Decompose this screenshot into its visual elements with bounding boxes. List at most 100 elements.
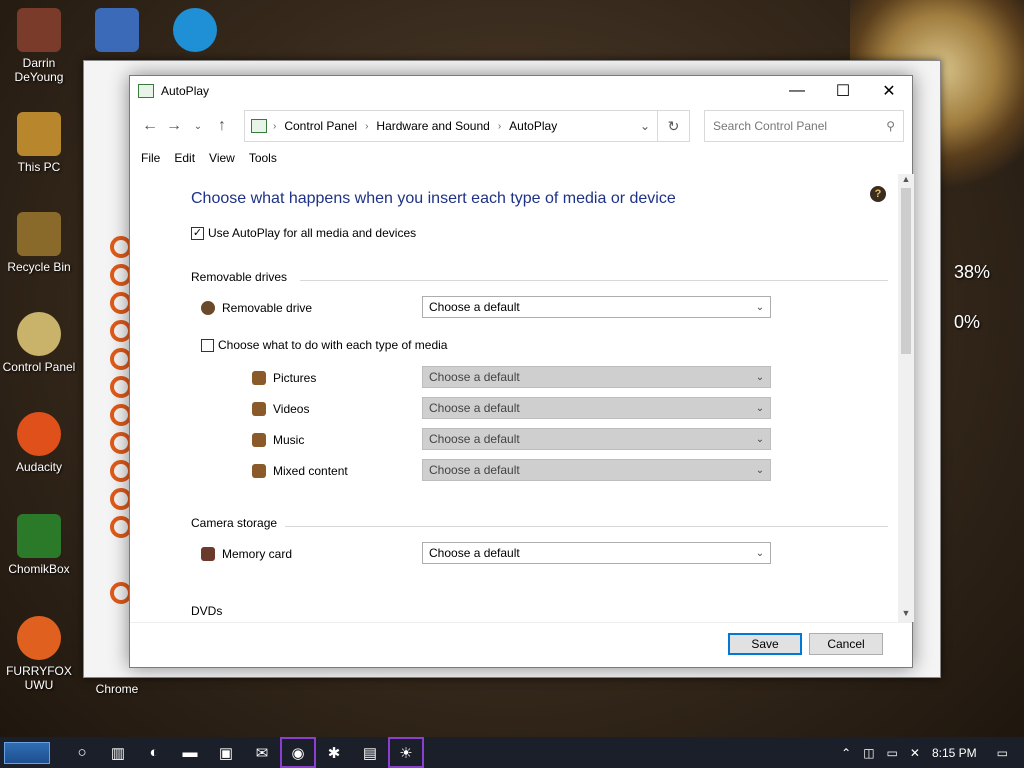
music-select[interactable]: Choose a default ⌄ <box>422 428 771 450</box>
chevron-down-icon: ⌄ <box>755 371 765 383</box>
title-bar[interactable]: AutoPlay — ☐ ✕ <box>130 76 912 106</box>
taskbar: ○ ▥ ◐ ▬ ▣ ✉ ◉ ✱ ▤ ☀ ⌃ ◫ ▭ ✕ 8:15 PM ▭ <box>0 737 1024 768</box>
section-removable-drives: Removable drives <box>191 270 288 284</box>
autoplay-settings-panel: Choose what happens when you insert each… <box>130 174 898 622</box>
desktop-icon-firefox[interactable]: FURRYFOX UWU <box>0 616 78 692</box>
chevron-down-icon: ⌄ <box>755 301 765 313</box>
firefox-icon <box>17 616 61 660</box>
system-tray: ⌃ ◫ ▭ ✕ 8:15 PM ▭ <box>835 746 1024 760</box>
breadcrumb-control-panel[interactable]: Control Panel <box>284 119 357 133</box>
search-box[interactable]: Search Control Panel ⚲ <box>704 110 904 142</box>
desktop-icon-chrome[interactable]: Chrome <box>78 682 156 696</box>
media-type-videos: Videos <box>252 402 309 416</box>
empty-checkbox-icon <box>201 338 214 352</box>
recent-locations-chevron-icon[interactable]: ⌄ <box>186 121 210 132</box>
maximize-button[interactable]: ☐ <box>820 76 866 106</box>
chomikbox-icon <box>17 514 61 558</box>
media-type-pictures: Pictures <box>252 371 316 385</box>
media-type-music: Music <box>252 433 304 447</box>
file-explorer-icon[interactable]: ▬ <box>172 737 208 768</box>
notepad-taskbar-icon[interactable]: ▤ <box>352 737 388 768</box>
breadcrumb-separator-icon: › <box>273 120 277 132</box>
breadcrumb-separator-icon: › <box>365 120 369 132</box>
clock-time[interactable]: 8:15 PM <box>932 746 977 760</box>
mixed-content-select[interactable]: Choose a default ⌄ <box>422 459 771 481</box>
up-arrow-icon[interactable]: ↑ <box>210 117 234 135</box>
checkmark-icon: ✓ <box>191 226 204 240</box>
desktop-icon-edge[interactable] <box>156 8 234 56</box>
store-icon[interactable]: ▣ <box>208 737 244 768</box>
breadcrumb-autoplay[interactable]: AutoPlay <box>509 119 557 133</box>
control-panel-icon <box>17 312 61 356</box>
desktop-icon-this-pc[interactable]: This PC <box>0 112 78 174</box>
autoplay-window[interactable]: AutoPlay — ☐ ✕ ← → ⌄ ↑ › Control Panel ›… <box>129 75 914 668</box>
control-panel-taskbar-icon[interactable]: ☀ <box>388 737 424 768</box>
videos-icon <box>252 402 266 416</box>
use-autoplay-checkbox[interactable]: ✓ Use AutoPlay for all media and devices <box>191 226 416 240</box>
desktop-icon-control-panel[interactable]: Control Panel <box>0 312 78 374</box>
edge-taskbar-icon[interactable]: ◐ <box>136 737 172 768</box>
memory-card-select[interactable]: Choose a default ⌄ <box>422 542 771 564</box>
removable-drive-select[interactable]: Choose a default ⌄ <box>422 296 771 318</box>
search-input[interactable]: Search Control Panel <box>713 119 886 133</box>
chrome-taskbar-icon[interactable]: ◉ <box>280 737 316 768</box>
tray-app-icon[interactable]: ◫ <box>863 746 874 760</box>
close-button[interactable]: ✕ <box>866 76 912 106</box>
save-button[interactable]: Save <box>728 633 802 655</box>
scroll-down-arrow-icon[interactable]: ▼ <box>898 608 914 622</box>
window-title: AutoPlay <box>161 84 210 98</box>
volume-muted-icon[interactable]: ✕ <box>910 746 920 760</box>
control-panel-small-icon <box>251 119 267 133</box>
music-icon <box>252 433 266 447</box>
start-button[interactable] <box>4 741 50 764</box>
device-removable-drive: Removable drive <box>201 301 312 315</box>
scrollbar-thumb[interactable] <box>901 188 911 354</box>
per-media-type-checkbox[interactable]: Choose what to do with each type of medi… <box>201 338 447 352</box>
desktop-icon-virtualbox[interactable] <box>78 8 156 56</box>
desktop-icon-recycle-bin[interactable]: Recycle Bin <box>0 212 78 274</box>
audacity-icon <box>17 412 61 456</box>
help-icon[interactable]: ? <box>870 186 886 202</box>
menu-edit[interactable]: Edit <box>174 151 195 165</box>
mail-icon[interactable]: ✉ <box>244 737 280 768</box>
cancel-button[interactable]: Cancel <box>809 633 883 655</box>
minimize-button[interactable]: — <box>774 76 820 106</box>
search-circle-icon[interactable]: ○ <box>64 737 100 768</box>
gauge-readout-1: 38% <box>954 262 991 282</box>
device-memory-card: Memory card <box>201 547 292 561</box>
section-camera-storage: Camera storage <box>191 516 278 530</box>
videos-select[interactable]: Choose a default ⌄ <box>422 397 771 419</box>
mixed-content-icon <box>252 464 266 478</box>
edge-icon <box>173 8 217 52</box>
chevron-down-icon: ⌄ <box>755 547 765 559</box>
app-taskbar-icon[interactable]: ✱ <box>316 737 352 768</box>
task-view-icon[interactable]: ▥ <box>100 737 136 768</box>
notifications-icon[interactable]: ▭ <box>997 746 1008 760</box>
back-arrow-icon[interactable]: ← <box>138 117 162 135</box>
recycle-bin-icon <box>17 212 61 256</box>
desktop-icon-user[interactable]: Darrin DeYoung <box>0 8 78 84</box>
menu-file[interactable]: File <box>141 151 160 165</box>
pictures-select[interactable]: Choose a default ⌄ <box>422 366 771 388</box>
chevron-down-icon: ⌄ <box>755 402 765 414</box>
vertical-scrollbar[interactable]: ▲ ▼ <box>898 174 914 622</box>
breadcrumb-separator-icon: › <box>497 120 502 132</box>
address-dropdown-chevron-icon[interactable]: ⌄ <box>633 119 657 133</box>
tray-chevron-up-icon[interactable]: ⌃ <box>841 746 851 760</box>
desktop-icon-chomikbox[interactable]: ChomikBox <box>0 514 78 576</box>
scroll-up-arrow-icon[interactable]: ▲ <box>898 174 914 188</box>
refresh-icon[interactable]: ↻ <box>658 110 690 142</box>
menu-tools[interactable]: Tools <box>249 151 277 165</box>
desktop-icon-audacity[interactable]: Audacity <box>0 412 78 474</box>
chevron-down-icon: ⌄ <box>755 464 765 476</box>
virtualbox-icon <box>95 8 139 52</box>
search-icon[interactable]: ⚲ <box>886 119 895 133</box>
network-icon[interactable]: ▭ <box>887 746 898 760</box>
section-divider <box>285 526 888 527</box>
gauge-readout-2: 0% <box>954 312 981 332</box>
menu-view[interactable]: View <box>209 151 235 165</box>
breadcrumb-hardware-and-sound[interactable]: Hardware and Sound <box>376 119 489 133</box>
forward-arrow-icon[interactable]: → <box>162 117 186 135</box>
address-bar[interactable]: › Control Panel › Hardware and Sound › A… <box>244 110 658 142</box>
pictures-icon <box>252 371 266 385</box>
